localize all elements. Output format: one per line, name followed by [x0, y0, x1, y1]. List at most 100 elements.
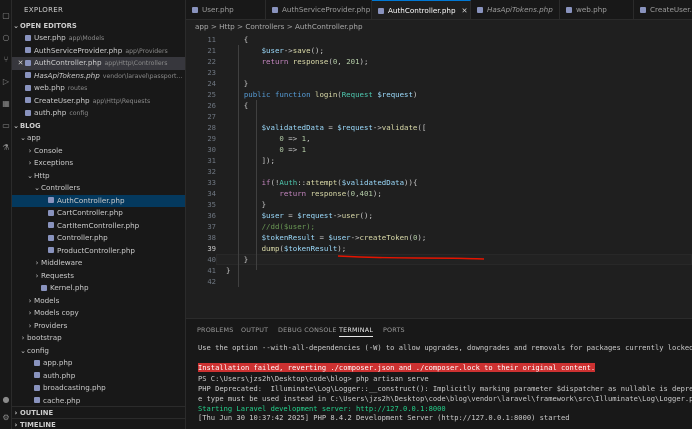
breadcrumb[interactable]: app > Http > Controllers > AuthControlle… — [186, 20, 692, 34]
code-line[interactable]: public function login(Request $request) — [226, 90, 418, 99]
folder-tree-item[interactable]: ⌄Controllers — [12, 182, 185, 195]
code-editor[interactable]: 11 {21 $user->save(); 22 return response(… — [186, 34, 692, 312]
folder-tree-item[interactable]: ⌄Http — [12, 170, 185, 183]
php-file-icon — [25, 59, 31, 66]
code-line[interactable]: ]); — [226, 156, 275, 165]
code-line[interactable]: return response(0, 201); — [226, 57, 369, 66]
php-file-icon — [48, 209, 54, 216]
folder-tree-item[interactable]: ⌄app — [12, 132, 185, 145]
files-icon[interactable]: ▢ — [2, 12, 10, 20]
chevron-right-icon: › — [35, 259, 39, 267]
folder-tree-item[interactable]: › Requests — [12, 270, 185, 283]
open-editor-name: auth.php — [34, 108, 67, 117]
open-editor-item[interactable]: CreateUser.php app\Http\Requests — [12, 95, 185, 108]
file-tree-item[interactable]: CartItemController.php — [12, 220, 185, 233]
account-icon[interactable]: ● — [2, 396, 10, 404]
open-editor-item[interactable]: AuthServiceProvider.php app\Providers — [12, 45, 185, 58]
php-file-icon — [640, 6, 646, 13]
chevron-right-icon: › — [28, 159, 32, 167]
php-file-icon — [34, 384, 40, 391]
code-line[interactable]: } — [226, 266, 230, 275]
file-tree-item[interactable]: Kernel.php — [12, 282, 185, 295]
file-tree-item[interactable]: auth.php — [12, 370, 185, 383]
close-icon[interactable]: ✕ — [16, 57, 25, 70]
open-editor-item[interactable]: web.php routes — [12, 82, 185, 95]
folder-tree-item[interactable]: › Exceptions — [12, 157, 185, 170]
chevron-down-icon: ⌄ — [27, 171, 33, 180]
folder-tree-item[interactable]: › Models copy — [12, 307, 185, 320]
timeline-header[interactable]: › TIMELINE — [12, 418, 185, 429]
tab-label: User.php — [202, 5, 234, 14]
extensions-icon[interactable]: ▦ — [2, 100, 10, 108]
line-number: 40 — [207, 255, 216, 264]
open-editor-name: AuthServiceProvider.php — [34, 45, 123, 55]
open-editor-item[interactable]: User.php app\Models — [12, 32, 185, 45]
search-icon[interactable]: ○ — [2, 34, 10, 42]
folder-tree-item[interactable]: › Models — [12, 295, 185, 308]
php-file-icon — [25, 72, 31, 78]
testing-icon[interactable]: ⚗ — [2, 144, 10, 152]
line-number: 24 — [207, 79, 216, 88]
tab-label: AuthController.php — [388, 6, 456, 15]
close-icon[interactable]: ✕ — [462, 6, 468, 15]
code-line[interactable]: $user->save(); — [226, 46, 324, 55]
open-editor-path: app\Http\Controllers — [104, 60, 168, 67]
tab-user-php[interactable]: User.php — [186, 0, 266, 19]
folder-tree-item[interactable]: › Providers — [12, 320, 185, 333]
source-control-icon[interactable]: ⑂ — [2, 56, 10, 64]
open-editor-item[interactable]: auth.php config — [12, 107, 185, 120]
open-editor-path: app\Http\Requests — [92, 97, 151, 105]
code-line[interactable]: dump($tokenResult); — [226, 244, 347, 253]
tab-authcontroller-php[interactable]: AuthController.php ✕ — [372, 0, 471, 19]
panel-tab-debug-console[interactable]: DEBUG CONSOLE — [278, 326, 337, 334]
open-editor-name: HasApiTokens.php — [34, 70, 100, 80]
tree-item-label: Controller.php — [57, 233, 108, 242]
file-tree-item[interactable]: ProductController.php — [12, 245, 185, 258]
remote-icon[interactable]: ▭ — [2, 122, 10, 130]
file-tree-item[interactable]: broadcasting.php — [12, 382, 185, 395]
open-editor-path: config — [69, 110, 89, 117]
tree-item-label: Middleware — [41, 258, 83, 267]
chevron-right-icon: › — [28, 296, 32, 305]
tab-createuser-php[interactable]: CreateUser.php — [634, 0, 692, 19]
open-editor-item[interactable]: HasApiTokens.php vendor\laravel\passport.… — [12, 70, 185, 83]
folder-tree-item[interactable]: › Middleware — [12, 257, 185, 270]
line-number: 38 — [207, 233, 216, 242]
open-editors-header[interactable]: ⌄OPEN EDITORS — [12, 20, 185, 33]
folder-tree-item[interactable]: › bootstrap — [12, 332, 185, 345]
php-file-icon — [378, 7, 384, 14]
terminal-line: PS C:\Users\jzs2h\Desktop\code\blog> php… — [198, 374, 429, 383]
panel-tab-problems[interactable]: PROBLEMS — [197, 326, 233, 334]
code-line[interactable]: { — [226, 35, 248, 44]
file-tree-item[interactable]: app.php — [12, 357, 185, 370]
code-line[interactable]: $user = $request->user(); — [226, 211, 373, 220]
settings-icon[interactable]: ⚙ — [2, 414, 10, 422]
terminal-line: e type must be used instead in C:\Users\… — [198, 394, 692, 403]
run-debug-icon[interactable]: ▷ — [2, 78, 10, 86]
code-line[interactable]: } — [226, 200, 266, 209]
chevron-right-icon: › — [28, 321, 32, 330]
file-tree-item[interactable]: CartController.php — [12, 207, 185, 220]
tab-web-php[interactable]: web.php — [560, 0, 634, 19]
file-tree-item[interactable]: Controller.php — [12, 232, 185, 245]
open-editor-item[interactable]: ✕ AuthController.php app\Http\Controllers — [12, 57, 185, 70]
project-header[interactable]: ⌄BLOG — [12, 120, 185, 133]
folder-tree-item[interactable]: › Console — [12, 145, 185, 158]
tree-item-label: Kernel.php — [50, 283, 89, 292]
folder-tree-item[interactable]: ⌄config — [12, 345, 185, 358]
code-line[interactable]: //dd($user); — [226, 222, 315, 231]
panel-tab-ports[interactable]: PORTS — [383, 326, 405, 334]
file-tree-item[interactable]: AuthController.php — [12, 194, 185, 207]
code-line[interactable]: return response(0,401); — [226, 189, 381, 198]
line-number: 39 — [207, 244, 216, 253]
code-line[interactable]: if(!Auth::attempt($validatedData)){ — [226, 178, 418, 187]
panel-tab-output[interactable]: OUTPUT — [241, 326, 268, 334]
annotation-underline — [337, 255, 485, 260]
php-file-icon — [48, 222, 54, 228]
chevron-right-icon: › — [14, 409, 18, 417]
tree-item-label: cache.php — [43, 395, 81, 405]
tab-hasapitokens-php[interactable]: HasApiTokens.php — [471, 0, 560, 19]
outline-header[interactable]: › OUTLINE — [12, 406, 185, 419]
panel-tab-terminal[interactable]: TERMINAL — [339, 326, 374, 337]
tab-authserviceprovider-php[interactable]: AuthServiceProvider.php — [266, 0, 372, 19]
